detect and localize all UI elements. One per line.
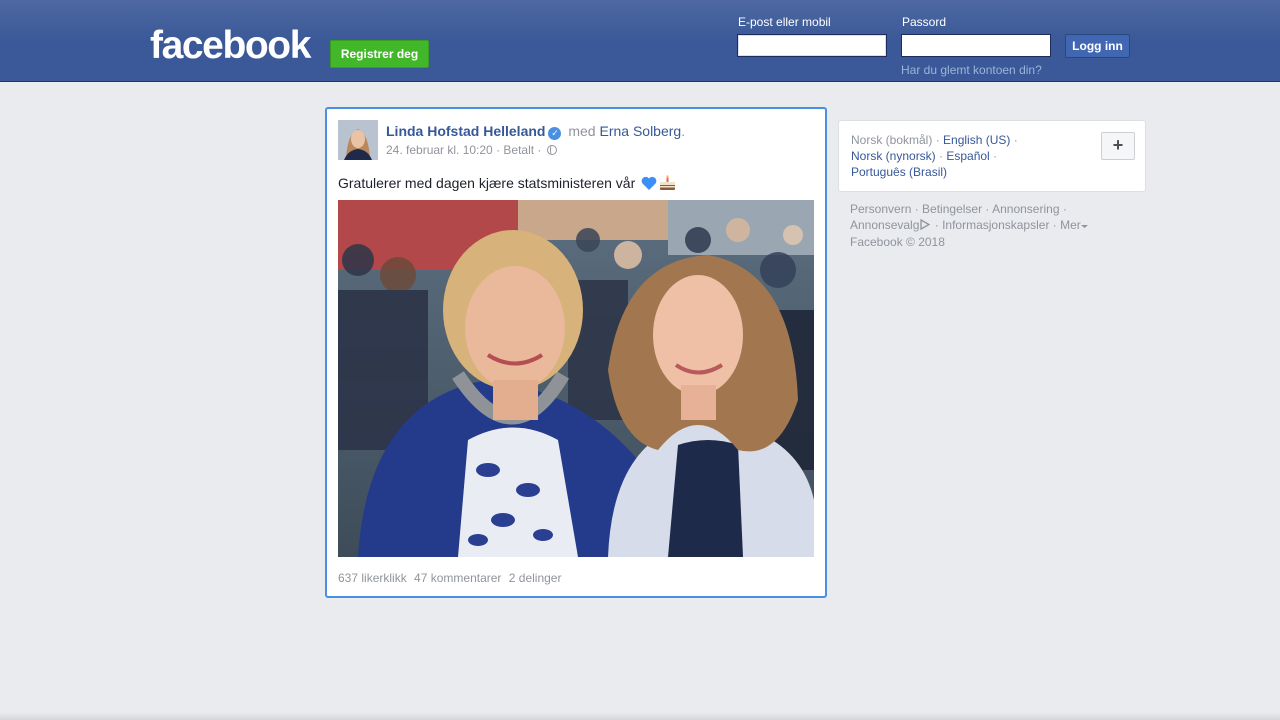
- forgot-account-link[interactable]: Har du glemt kontoen din?: [901, 63, 1042, 77]
- language-selector: Norsk (bokmål) · English (US) · Norsk (n…: [838, 120, 1146, 192]
- footer-link-adchoices[interactable]: Annonsevalg: [850, 218, 919, 232]
- login-button[interactable]: Logg inn: [1065, 34, 1130, 58]
- post-text: Gratulerer med dagen kjære statsminister…: [338, 173, 676, 196]
- cake-icon: [659, 175, 676, 196]
- language-link-portugues[interactable]: Português (Brasil): [851, 165, 947, 179]
- globe-icon[interactable]: [546, 145, 557, 155]
- add-language-button[interactable]: +: [1101, 132, 1135, 160]
- bottom-shadow: [0, 712, 1280, 720]
- email-input[interactable]: [737, 34, 887, 57]
- header-period: .: [681, 123, 686, 139]
- shares-count[interactable]: 2 delinger: [509, 571, 562, 585]
- copyright: Facebook © 2018: [850, 235, 945, 249]
- language-link-english[interactable]: English (US): [943, 133, 1010, 147]
- password-label: Passord: [902, 15, 947, 29]
- language-link-nynorsk[interactable]: Norsk (nynorsk): [851, 149, 936, 163]
- author-name[interactable]: Linda Hofstad Helleland: [386, 123, 545, 139]
- likes-count[interactable]: 637 likerklikk: [338, 571, 407, 585]
- tagged-person-link[interactable]: Erna Solberg: [599, 123, 681, 139]
- footer-link-privacy[interactable]: Personvern: [850, 202, 911, 216]
- post-header: Linda Hofstad Helleland ✓ med Erna Solber…: [386, 122, 685, 140]
- facebook-logo[interactable]: facebook: [150, 26, 311, 66]
- post-photo[interactable]: [338, 200, 814, 557]
- with-word: med: [568, 123, 596, 139]
- author-avatar[interactable]: [338, 120, 378, 160]
- top-bar: facebook Registrer deg E-post eller mobi…: [0, 0, 1280, 82]
- footer-link-advertising[interactable]: Annonsering: [992, 202, 1059, 216]
- dropdown-arrow-icon[interactable]: [1080, 218, 1088, 232]
- post-meta: 24. februar kl. 10:20 · Betalt ·: [386, 143, 557, 157]
- paid-label: Betalt: [503, 143, 535, 157]
- adchoices-icon: [919, 218, 931, 234]
- language-link-espanol[interactable]: Español: [946, 149, 989, 163]
- post-stats: 637 likerklikk 47 kommentarer 2 delinger: [338, 571, 565, 585]
- post-card: Linda Hofstad Helleland ✓ med Erna Solber…: [325, 107, 827, 598]
- footer-link-terms[interactable]: Betingelser: [922, 202, 982, 216]
- email-label: E-post eller mobil: [738, 15, 831, 29]
- blue-heart-icon: [641, 176, 657, 196]
- verified-icon: ✓: [548, 127, 562, 140]
- password-input[interactable]: [901, 34, 1051, 57]
- post-message: Gratulerer med dagen kjære statsminister…: [338, 175, 636, 191]
- comments-count[interactable]: 47 kommentarer: [414, 571, 501, 585]
- post-timestamp[interactable]: 24. februar kl. 10:20: [386, 143, 493, 157]
- footer-link-cookies[interactable]: Informasjonskapsler: [942, 218, 1049, 232]
- footer-links: Personvern · Betingelser · Annonsering ·…: [850, 201, 1130, 250]
- footer-link-more[interactable]: Mer: [1060, 218, 1081, 232]
- current-language: Norsk (bokmål): [851, 133, 933, 147]
- register-button[interactable]: Registrer deg: [330, 40, 429, 68]
